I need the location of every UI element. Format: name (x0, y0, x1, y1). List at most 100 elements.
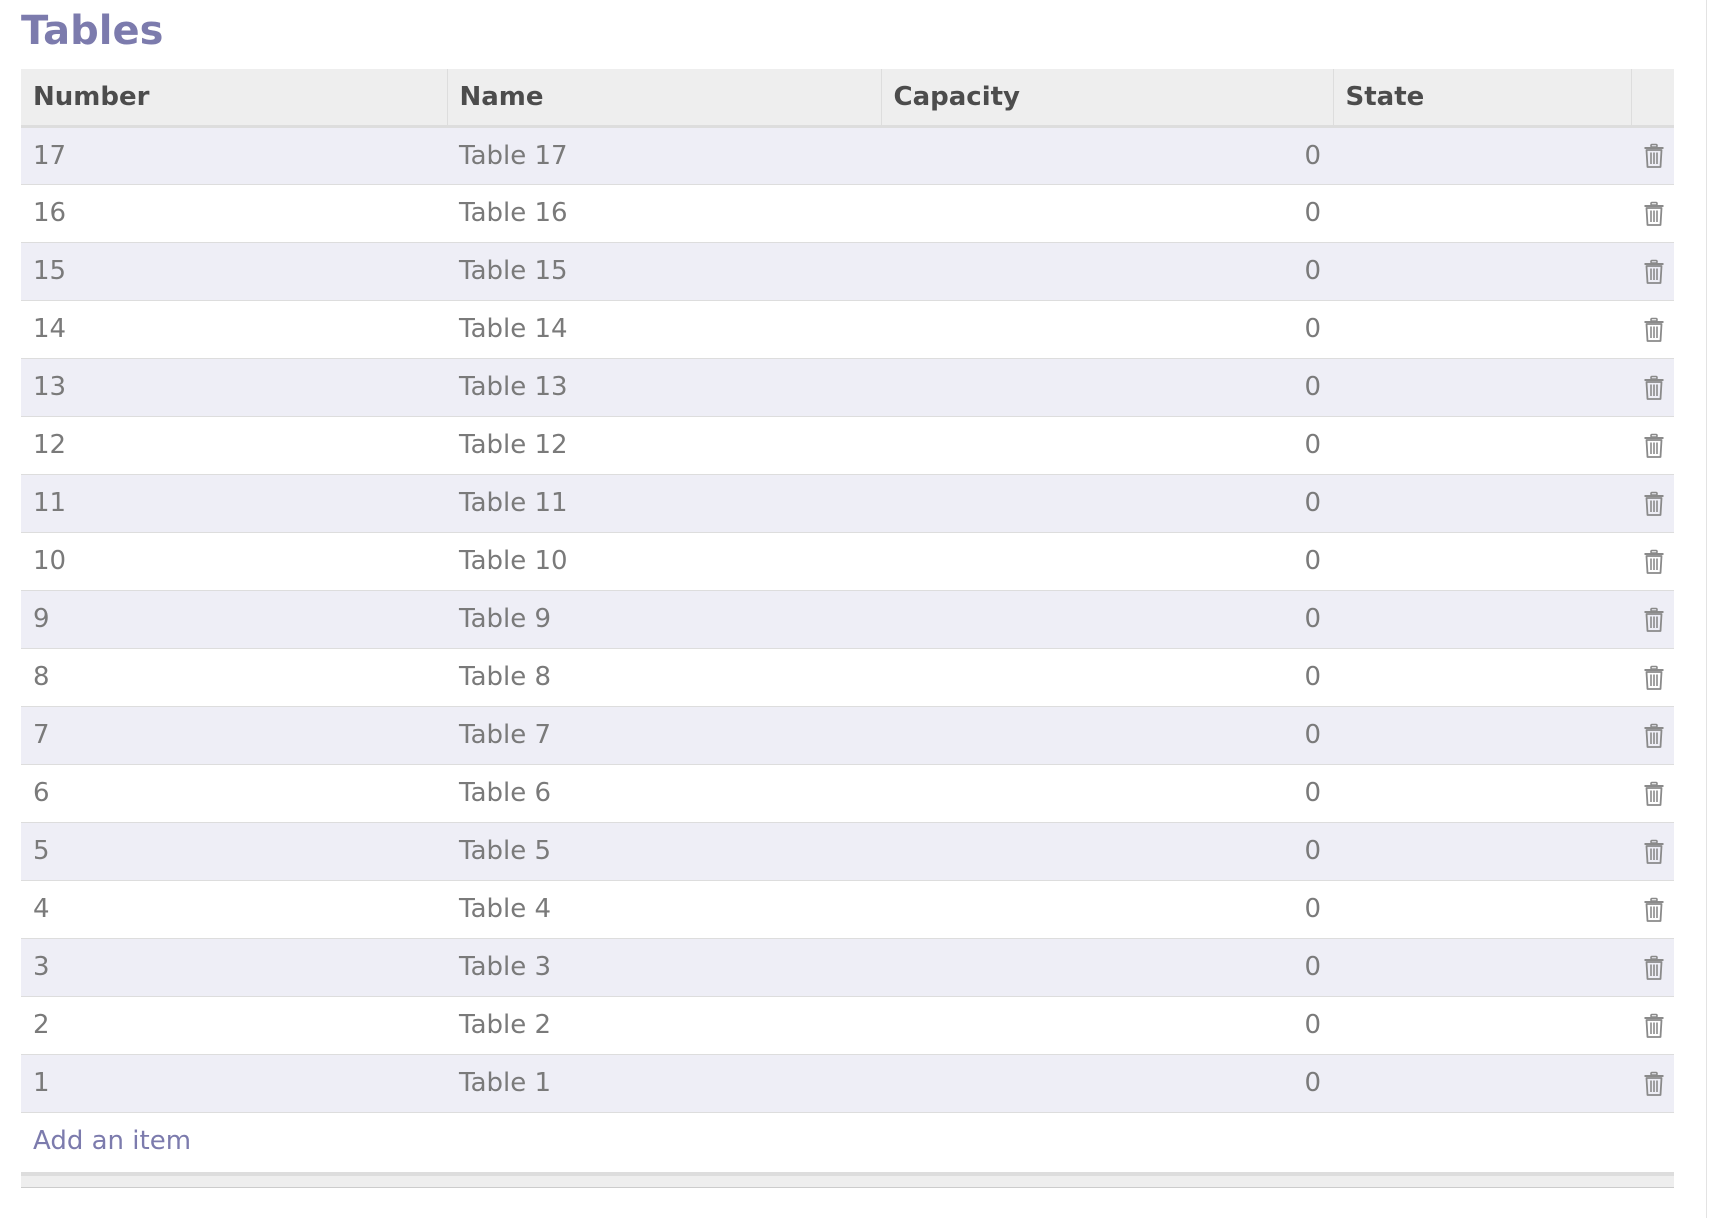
cell-state[interactable] (1333, 300, 1631, 359)
trash-icon[interactable] (1643, 201, 1665, 227)
cell-number[interactable]: 15 (21, 242, 447, 301)
cell-name[interactable]: Table 2 (447, 996, 881, 1055)
cell-name[interactable]: Table 13 (447, 358, 881, 417)
table-row[interactable]: 17 Table 17 0 (21, 126, 1674, 185)
cell-capacity[interactable]: 0 (881, 706, 1333, 765)
trash-icon[interactable] (1643, 665, 1665, 691)
trash-icon[interactable] (1643, 781, 1665, 807)
trash-icon[interactable] (1643, 955, 1665, 981)
cell-state[interactable] (1333, 880, 1631, 939)
cell-state[interactable] (1333, 474, 1631, 533)
cell-capacity[interactable]: 0 (881, 880, 1333, 939)
cell-state[interactable] (1333, 358, 1631, 417)
cell-capacity[interactable]: 0 (881, 242, 1333, 301)
trash-icon[interactable] (1643, 607, 1665, 633)
cell-capacity[interactable]: 0 (881, 1054, 1333, 1113)
table-row[interactable]: 15 Table 15 0 (21, 242, 1674, 301)
cell-number[interactable]: 12 (21, 416, 447, 475)
cell-name[interactable]: Table 10 (447, 532, 881, 591)
column-header-state[interactable]: State (1332, 69, 1631, 128)
trash-icon[interactable] (1643, 317, 1665, 343)
cell-capacity[interactable]: 0 (881, 184, 1333, 243)
column-header-name[interactable]: Name (446, 69, 881, 128)
table-row[interactable]: 10 Table 10 0 (21, 532, 1674, 591)
trash-icon[interactable] (1643, 491, 1665, 517)
table-row[interactable]: 1 Table 10 (21, 1054, 1674, 1113)
cell-name[interactable]: Table 14 (447, 300, 881, 359)
cell-name[interactable]: Table 1 (447, 1054, 881, 1113)
add-item-link[interactable]: Add an item (33, 1126, 191, 1156)
cell-number[interactable]: 4 (21, 880, 447, 939)
cell-state[interactable] (1333, 1054, 1631, 1113)
cell-state[interactable] (1333, 706, 1631, 765)
cell-name[interactable]: Table 3 (447, 938, 881, 997)
cell-state[interactable] (1333, 590, 1631, 649)
cell-number[interactable]: 11 (21, 474, 447, 533)
table-row[interactable]: 8 Table 80 (21, 648, 1674, 707)
cell-name[interactable]: Table 9 (447, 590, 881, 649)
cell-number[interactable]: 3 (21, 938, 447, 997)
table-row[interactable]: 16 Table 16 0 (21, 184, 1674, 243)
cell-number[interactable]: 14 (21, 300, 447, 359)
cell-number[interactable]: 9 (21, 590, 447, 649)
cell-name[interactable]: Table 12 (447, 416, 881, 475)
cell-name[interactable]: Table 7 (447, 706, 881, 765)
cell-capacity[interactable]: 0 (881, 300, 1333, 359)
trash-icon[interactable] (1643, 259, 1665, 285)
cell-state[interactable] (1333, 184, 1631, 243)
table-row[interactable]: 13 Table 13 0 (21, 358, 1674, 417)
cell-state[interactable] (1333, 996, 1631, 1055)
cell-capacity[interactable]: 0 (881, 764, 1333, 823)
cell-capacity[interactable]: 0 (881, 532, 1333, 591)
cell-name[interactable]: Table 11 (447, 474, 881, 533)
cell-name[interactable]: Table 5 (447, 822, 881, 881)
cell-state[interactable] (1333, 242, 1631, 301)
table-row[interactable]: 5 Table 50 (21, 822, 1674, 881)
column-header-number[interactable]: Number (21, 69, 447, 128)
trash-icon[interactable] (1643, 375, 1665, 401)
trash-icon[interactable] (1643, 1013, 1665, 1039)
cell-state[interactable] (1333, 648, 1631, 707)
cell-number[interactable]: 10 (21, 532, 447, 591)
cell-number[interactable]: 17 (21, 126, 447, 185)
cell-number[interactable]: 1 (21, 1054, 447, 1113)
cell-name[interactable]: Table 4 (447, 880, 881, 939)
cell-capacity[interactable]: 0 (881, 358, 1333, 417)
table-row[interactable]: 3 Table 30 (21, 938, 1674, 997)
cell-state[interactable] (1333, 126, 1631, 185)
cell-state[interactable] (1333, 938, 1631, 997)
cell-number[interactable]: 7 (21, 706, 447, 765)
cell-name[interactable]: Table 17 (447, 126, 881, 185)
cell-capacity[interactable]: 0 (881, 648, 1333, 707)
trash-icon[interactable] (1643, 839, 1665, 865)
cell-name[interactable]: Table 6 (447, 764, 881, 823)
cell-capacity[interactable]: 0 (881, 938, 1333, 997)
table-row[interactable]: 2 Table 20 (21, 996, 1674, 1055)
cell-capacity[interactable]: 0 (881, 416, 1333, 475)
table-row[interactable]: 4 Table 40 (21, 880, 1674, 939)
cell-capacity[interactable]: 0 (881, 590, 1333, 649)
cell-capacity[interactable]: 0 (881, 822, 1333, 881)
cell-capacity[interactable]: 0 (881, 996, 1333, 1055)
trash-icon[interactable] (1643, 549, 1665, 575)
cell-name[interactable]: Table 15 (447, 242, 881, 301)
column-header-capacity[interactable]: Capacity (880, 69, 1333, 128)
table-row[interactable]: 14 Table 14 0 (21, 300, 1674, 359)
trash-icon[interactable] (1643, 433, 1665, 459)
table-row[interactable]: 12 Table 12 0 (21, 416, 1674, 475)
cell-capacity[interactable]: 0 (881, 126, 1333, 185)
trash-icon[interactable] (1643, 897, 1665, 923)
cell-state[interactable] (1333, 532, 1631, 591)
trash-icon[interactable] (1643, 723, 1665, 749)
cell-number[interactable]: 5 (21, 822, 447, 881)
cell-state[interactable] (1333, 822, 1631, 881)
cell-name[interactable]: Table 16 (447, 184, 881, 243)
cell-number[interactable]: 6 (21, 764, 447, 823)
cell-number[interactable]: 2 (21, 996, 447, 1055)
cell-capacity[interactable]: 0 (881, 474, 1333, 533)
cell-state[interactable] (1333, 416, 1631, 475)
cell-number[interactable]: 16 (21, 184, 447, 243)
table-row[interactable]: 6 Table 60 (21, 764, 1674, 823)
trash-icon[interactable] (1643, 143, 1665, 169)
table-row[interactable]: 7 Table 70 (21, 706, 1674, 765)
